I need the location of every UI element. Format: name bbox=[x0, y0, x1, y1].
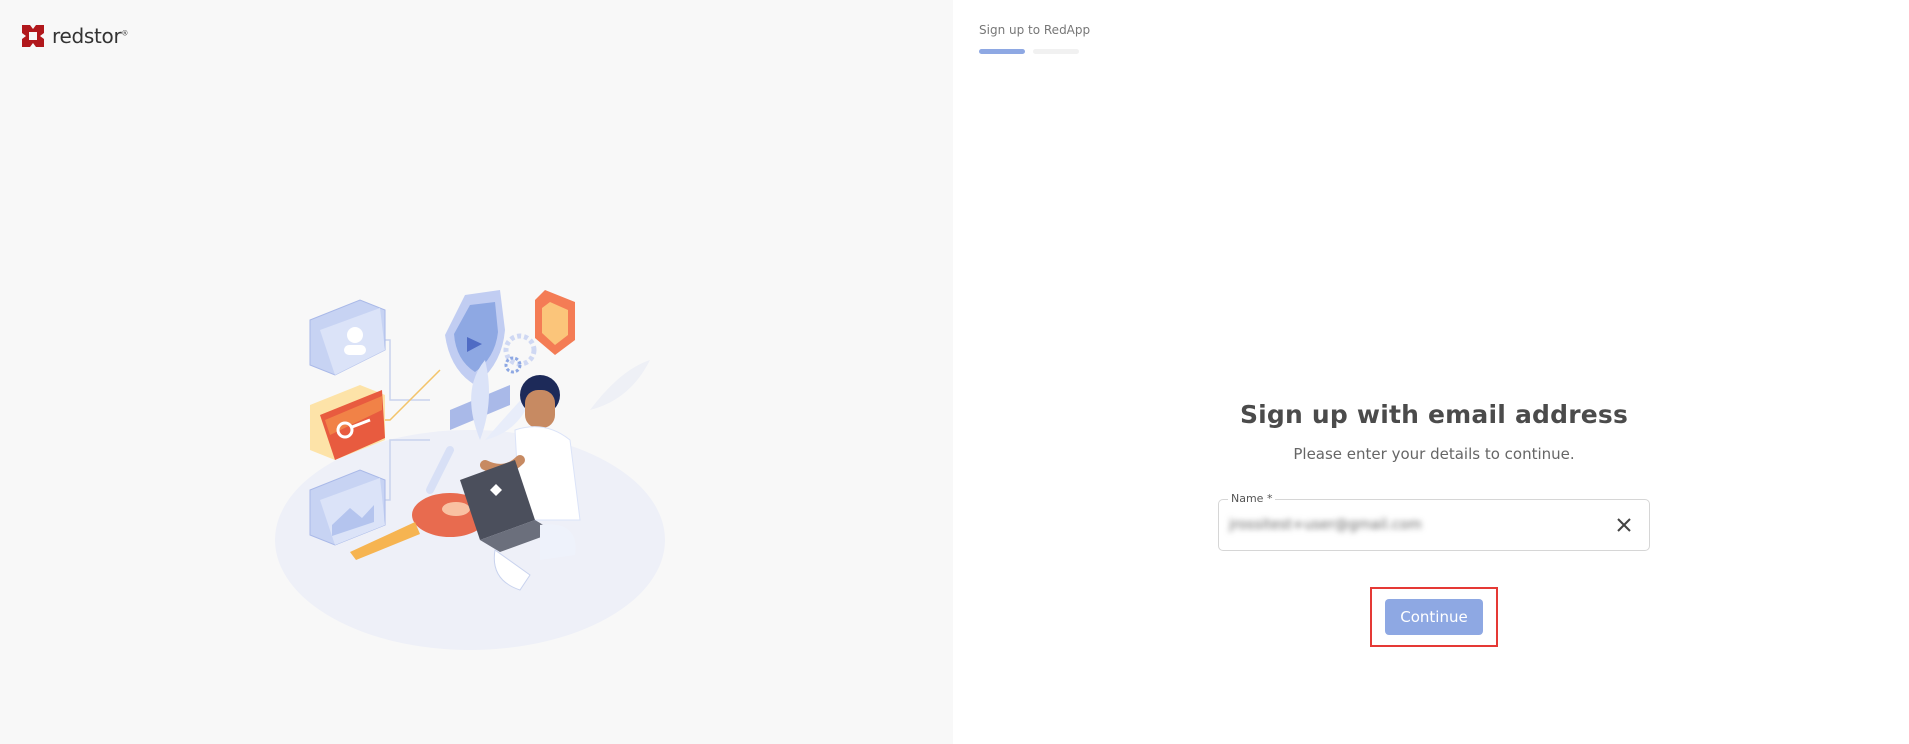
progress-step-complete bbox=[979, 49, 1025, 54]
progress-step-pending bbox=[1033, 49, 1079, 54]
continue-highlight: Continue bbox=[1370, 587, 1498, 647]
clear-button[interactable] bbox=[1615, 516, 1633, 534]
page-subtitle: Please enter your details to continue. bbox=[1293, 445, 1575, 463]
continue-button[interactable]: Continue bbox=[1385, 599, 1483, 635]
name-field[interactable]: Name * bbox=[1218, 492, 1650, 551]
name-input[interactable] bbox=[1229, 514, 1599, 536]
left-pane: redstor® bbox=[0, 0, 953, 744]
step-label: Sign up to RedApp bbox=[979, 23, 1091, 37]
right-pane: Sign up to RedApp Sign up with email add… bbox=[953, 0, 1909, 744]
security-illustration-icon bbox=[275, 290, 665, 650]
signup-form: Sign up with email address Please enter … bbox=[1217, 400, 1651, 647]
brand-name: redstor® bbox=[52, 24, 129, 48]
page-title: Sign up with email address bbox=[1239, 400, 1629, 429]
close-icon bbox=[1617, 518, 1631, 532]
redstor-logo-icon bbox=[22, 25, 44, 47]
name-field-label: Name * bbox=[1228, 492, 1276, 505]
progress-indicator bbox=[979, 49, 1079, 55]
brand-logo[interactable]: redstor® bbox=[19, 22, 128, 50]
